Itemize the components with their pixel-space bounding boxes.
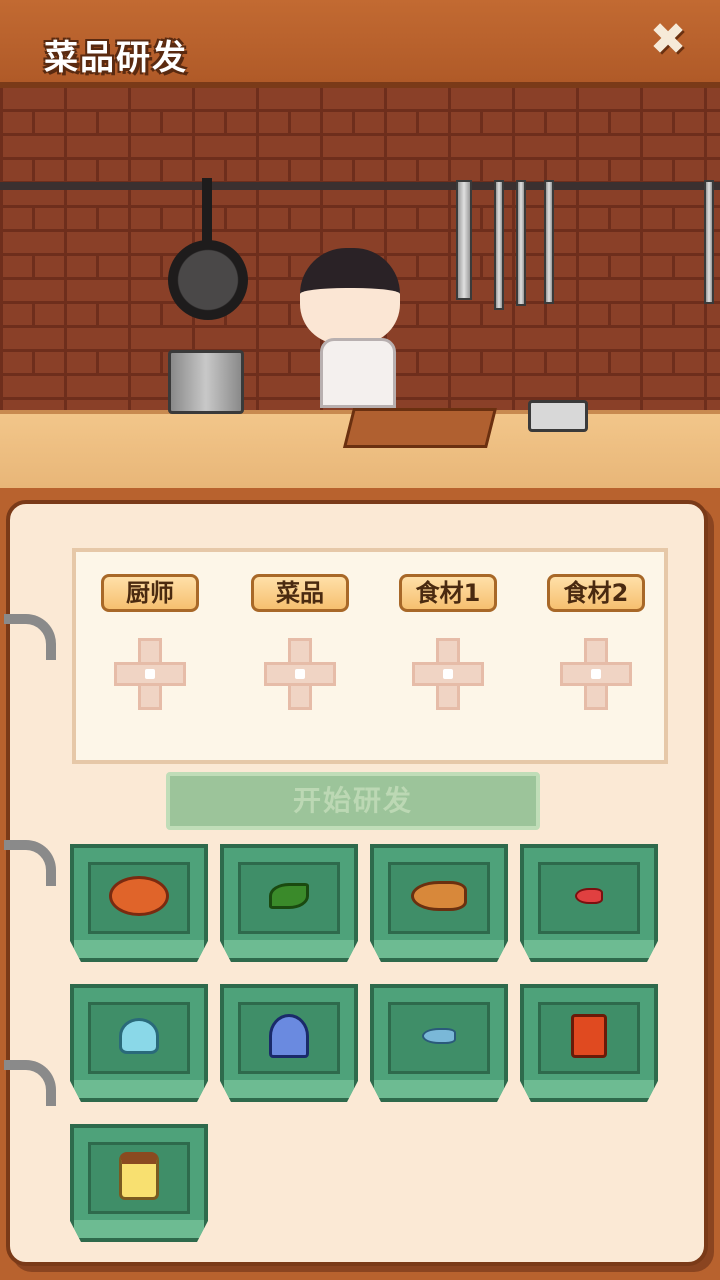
binder-ring	[4, 1060, 56, 1106]
start-research-button[interactable]: 开始研发	[166, 772, 540, 830]
chili-pack-icon	[571, 1014, 607, 1058]
utensil-icon	[704, 180, 714, 304]
cutting-board-icon	[343, 408, 497, 448]
leaf-icon	[269, 883, 309, 909]
frying-pan-icon	[168, 240, 248, 320]
pot-icon	[168, 350, 244, 414]
slot-ingredient-2[interactable]: 食材2	[528, 574, 664, 710]
slot-label: 厨师	[101, 574, 199, 612]
add-icon[interactable]	[560, 638, 632, 710]
honey-jar-icon	[119, 1152, 159, 1200]
blue-fish-icon	[422, 1028, 456, 1044]
ingredient-tray[interactable]	[70, 1124, 208, 1242]
toaster-icon	[528, 400, 588, 432]
close-icon[interactable]: ✖	[646, 18, 690, 62]
selection-panel: 厨师 菜品 食材1 食材2	[72, 548, 668, 764]
squid-icon	[269, 1014, 309, 1058]
kitchen-scene	[0, 88, 720, 488]
slot-label: 食材1	[399, 574, 497, 612]
knife-icon	[494, 180, 504, 310]
chef-body	[320, 338, 396, 408]
ingredient-tray[interactable]	[520, 984, 658, 1102]
ingredient-tray[interactable]	[220, 844, 358, 962]
ingredient-tray[interactable]	[370, 984, 508, 1102]
binder-ring	[4, 614, 56, 660]
slot-chef[interactable]: 厨师	[82, 574, 218, 710]
page-title: 菜品研发	[44, 38, 188, 78]
ingredient-tray[interactable]	[520, 844, 658, 962]
recipe-notebook: 厨师 菜品 食材1 食材2 开始研发	[4, 500, 708, 1266]
ingredient-tray[interactable]	[370, 844, 508, 962]
slot-dish[interactable]: 菜品	[232, 574, 368, 710]
add-icon[interactable]	[114, 638, 186, 710]
header-bar: 菜品研发 ✖	[0, 0, 720, 88]
brick-row	[0, 112, 720, 136]
add-icon[interactable]	[264, 638, 336, 710]
slot-label: 菜品	[251, 574, 349, 612]
brick-row	[0, 208, 720, 232]
ingredient-tray[interactable]	[220, 984, 358, 1102]
ingredient-tray[interactable]	[70, 844, 208, 962]
ingredient-tray[interactable]	[70, 984, 208, 1102]
utensil-rail	[0, 182, 720, 190]
small-red-fish-icon	[575, 888, 603, 904]
frying-pan-handle	[202, 178, 212, 244]
slot-ingredient-1[interactable]: 食材1	[380, 574, 516, 710]
slot-label: 食材2	[547, 574, 645, 612]
knife-icon	[456, 180, 472, 300]
chef-character	[300, 248, 400, 344]
binder-ring	[4, 840, 56, 886]
add-icon[interactable]	[412, 638, 484, 710]
fork-icon	[516, 180, 526, 306]
pumpkin-icon	[109, 876, 169, 916]
shell-icon	[119, 1018, 159, 1054]
brick-row	[0, 160, 720, 184]
spatula-icon	[544, 180, 554, 304]
fish-icon	[411, 881, 467, 911]
